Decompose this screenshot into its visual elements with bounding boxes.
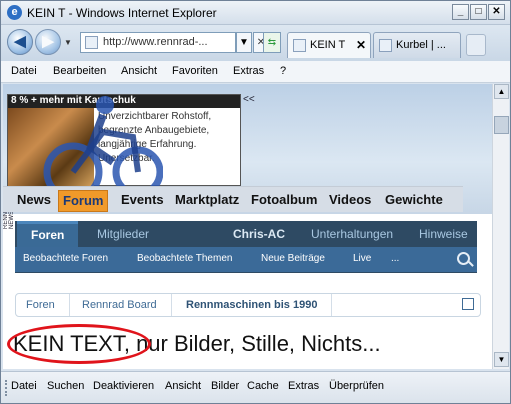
tab-unterhaltungen[interactable]: Unterhaltungen (311, 221, 393, 247)
scroll-thumb[interactable] (494, 116, 509, 134)
link-beobachtete-themen[interactable]: Beobachtete Themen (137, 253, 232, 264)
toolbar-bottom: Datei Suchen Deaktivieren Ansicht Bilder… (1, 371, 510, 403)
forum-sub-nav: Beobachtete Foren Beobachtete Themen Neu… (15, 247, 477, 273)
page-icon (85, 36, 98, 49)
nav-videos[interactable]: Videos (325, 190, 375, 212)
tab-foren[interactable]: Foren (17, 221, 79, 247)
tb-datei[interactable]: Datei (11, 380, 37, 392)
tb-cache[interactable]: Cache (247, 380, 279, 392)
nav-fotoalbum[interactable]: Fotoalbum (247, 190, 321, 212)
nav-gewichte[interactable]: Gewichte (381, 190, 447, 212)
tab-kurbel[interactable]: Kurbel | ... (373, 32, 461, 58)
history-dropdown-icon[interactable]: ▼ (64, 38, 72, 47)
menu-extras[interactable]: Extras (233, 65, 264, 77)
back-button[interactable]: ◀ (7, 29, 33, 55)
scroll-up-arrow-icon[interactable]: ▲ (494, 84, 509, 99)
menu-datei[interactable]: Datei (11, 65, 37, 77)
highlight-circle (7, 324, 151, 364)
title-bar: e KEIN T - Windows Internet Explorer _ □… (1, 1, 510, 25)
window-title: KEIN T - Windows Internet Explorer (27, 6, 217, 20)
link-neue-beitraege[interactable]: Neue Beiträge (261, 253, 325, 264)
nav-events[interactable]: Events (117, 190, 168, 212)
tab-hinweise[interactable]: Hinweise (419, 221, 468, 247)
search-icon[interactable] (457, 252, 470, 265)
compat-refresh-icon[interactable]: ⇆ (263, 32, 281, 53)
crumb-separator (322, 294, 332, 316)
tab-mitglieder[interactable]: Mitglieder (97, 221, 149, 247)
page-content: 8 % + mehr mit Kautschuk Unverzichtbarer… (3, 84, 492, 369)
ad-collapse-arrows[interactable]: << (243, 94, 255, 105)
tb-ueberpruefen[interactable]: Überprüfen (329, 380, 384, 392)
toolbar-grip[interactable] (5, 380, 8, 396)
crumb-separator (60, 294, 70, 316)
tb-deaktivieren[interactable]: Deaktivieren (93, 380, 154, 392)
tab-page-icon (293, 39, 306, 52)
menu-ansicht[interactable]: Ansicht (121, 65, 157, 77)
link-live[interactable]: Live (353, 253, 371, 264)
tab-kein-t[interactable]: KEIN T ✕ (287, 32, 371, 58)
maximize-button[interactable]: □ (470, 4, 487, 20)
address-bar[interactable]: http://www.rennrad-... (80, 32, 236, 53)
forum-nav: Foren Mitglieder Chris-AC Unterhaltungen… (15, 221, 477, 247)
menu-bar: Datei Bearbeiten Ansicht Favoriten Extra… (1, 61, 510, 83)
nav-forum[interactable]: Forum (58, 190, 109, 212)
tb-suchen[interactable]: Suchen (47, 380, 84, 392)
menu-help[interactable]: ? (280, 65, 286, 77)
crumb-foren[interactable]: Foren (26, 299, 55, 311)
crumb-separator (162, 294, 172, 316)
tab-account[interactable]: Chris-AC (233, 221, 285, 247)
main-nav: News Forum Events Marktplatz Fotoalbum V… (3, 186, 463, 212)
address-row: ◀ ▶ ▼ http://www.rennrad-... ▼ ✕ ⇆ KEIN … (1, 25, 510, 61)
scroll-down-arrow-icon[interactable]: ▼ (494, 352, 509, 367)
forward-button[interactable]: ▶ (35, 29, 61, 55)
tab-page-icon (379, 39, 392, 52)
new-tab-button[interactable] (466, 34, 486, 56)
link-beobachtete-foren[interactable]: Beobachtete Foren (23, 253, 108, 264)
nav-marktplatz[interactable]: Marktplatz (171, 190, 243, 212)
menu-bearbeiten[interactable]: Bearbeiten (53, 65, 106, 77)
popout-icon[interactable] (462, 298, 474, 310)
ie-logo-icon: e (7, 5, 22, 20)
minimize-button[interactable]: _ (452, 4, 469, 20)
tb-ansicht[interactable]: Ansicht (165, 380, 201, 392)
vertical-scrollbar[interactable]: ▲ ▼ (492, 84, 509, 369)
link-more[interactable]: ... (391, 253, 399, 264)
crumb-rennrad-board[interactable]: Rennrad Board (82, 299, 157, 311)
tab-label: Kurbel | ... (396, 39, 446, 51)
browser-window: e KEIN T - Windows Internet Explorer _ □… (0, 0, 511, 404)
close-button[interactable]: ✕ (488, 4, 505, 20)
tab-close-icon[interactable]: ✕ (356, 33, 366, 57)
breadcrumb: Foren Rennrad Board Rennmaschinen bis 19… (15, 293, 481, 317)
crumb-rennmaschinen[interactable]: Rennmaschinen bis 1990 (186, 299, 317, 311)
tb-extras[interactable]: Extras (288, 380, 319, 392)
menu-favoriten[interactable]: Favoriten (172, 65, 218, 77)
address-url: http://www.rennrad-... (103, 36, 208, 48)
nav-news[interactable]: News (13, 190, 55, 212)
tab-label: KEIN T (310, 39, 346, 51)
address-dropdown-icon[interactable]: ▼ (236, 32, 252, 53)
tb-bilder[interactable]: Bilder (211, 380, 239, 392)
